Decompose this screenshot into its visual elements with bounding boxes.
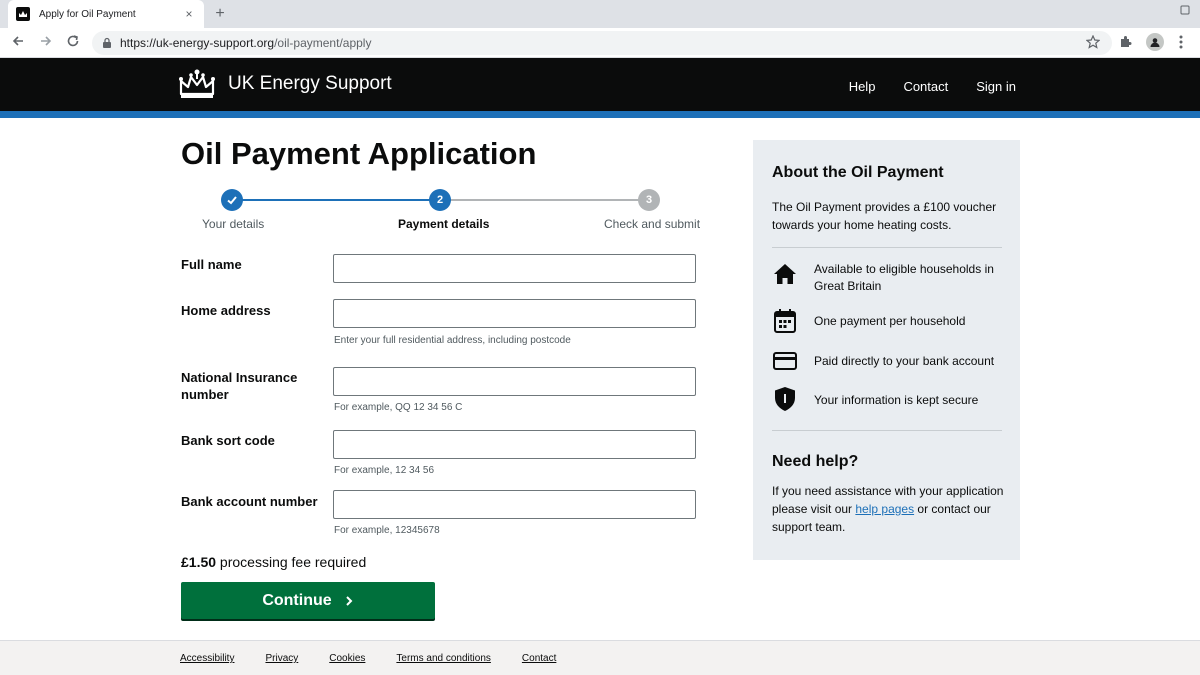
- step-1-label: Your details: [202, 217, 265, 231]
- step-2-label: Payment details: [398, 217, 490, 231]
- sidebar-item-label: Your information is kept secure: [814, 393, 979, 407]
- footer-link-privacy[interactable]: Privacy: [265, 653, 298, 664]
- sort-code-label: Bank sort code: [181, 433, 275, 448]
- fee-amount: £1.50: [181, 554, 217, 570]
- forward-icon[interactable]: [36, 33, 56, 53]
- footer-link-terms[interactable]: Terms and conditions: [396, 653, 491, 664]
- card-icon: [772, 348, 798, 374]
- header-accent-bar: [0, 111, 1200, 118]
- footer-links: Accessibility Privacy Cookies Terms and …: [180, 653, 556, 664]
- national-insurance-input[interactable]: [333, 367, 696, 396]
- sidebar-item-one-payment: One payment per household: [772, 308, 1007, 334]
- crown-favicon-icon: [16, 7, 30, 21]
- sidebar-title: About the Oil Payment: [772, 164, 944, 181]
- footer-link-contact[interactable]: Contact: [522, 653, 556, 664]
- restore-icon[interactable]: [1180, 5, 1190, 18]
- crown-icon: [179, 69, 215, 98]
- sidebar-item-eligibility: Available to eligible households in Grea…: [772, 261, 1007, 295]
- star-icon[interactable]: [1084, 33, 1102, 51]
- sidebar-divider: [772, 430, 1002, 431]
- page-title: Oil Payment Application: [181, 136, 537, 171]
- account-number-input[interactable]: [333, 490, 696, 519]
- sidebar-item-label: Available to eligible households in Grea…: [814, 262, 994, 293]
- home-address-hint: Enter your full residential address, inc…: [334, 335, 571, 346]
- about-sidebar: About the Oil Payment The Oil Payment pr…: [753, 140, 1020, 560]
- url-text: https://uk-energy-support.org/oil-paymen…: [120, 36, 371, 50]
- home-address-label: Home address: [181, 303, 271, 318]
- help-pages-link[interactable]: help pages: [855, 502, 914, 516]
- footer-link-accessibility[interactable]: Accessibility: [180, 653, 234, 664]
- lock-icon: [103, 37, 111, 48]
- sidebar-intro: The Oil Payment provides a £100 voucher …: [772, 200, 997, 232]
- home-address-input[interactable]: [333, 299, 696, 328]
- nav-link-sign-in[interactable]: Sign in: [976, 79, 1016, 94]
- help-text: If you need assistance with your applica…: [772, 482, 1004, 536]
- header-nav: Help Contact Sign in: [849, 79, 1016, 94]
- step-3-circle: 3: [638, 189, 660, 211]
- sort-code-hint: For example, 12 34 56: [334, 465, 435, 476]
- nav-link-help[interactable]: Help: [849, 79, 876, 94]
- account-number-label: Bank account number: [181, 494, 318, 509]
- window-controls: [1180, 5, 1190, 18]
- brand-name: UK Energy Support: [228, 73, 392, 94]
- fee-description: processing fee required: [216, 554, 367, 570]
- browser-tabbar: Apply for Oil Payment × +: [0, 0, 1200, 28]
- progress-stepper: 2 3 Your details Payment details Check a…: [181, 187, 701, 237]
- browser-tab[interactable]: Apply for Oil Payment ×: [8, 0, 204, 28]
- new-tab-button[interactable]: +: [210, 4, 230, 24]
- address-bar[interactable]: https://uk-energy-support.org/oil-paymen…: [92, 31, 1112, 55]
- site-logo[interactable]: UK Energy Support: [178, 68, 392, 100]
- site-header: UK Energy Support Help Contact Sign in: [0, 58, 1200, 111]
- processing-fee-text: £1.50 processing fee required: [181, 554, 366, 570]
- sidebar-divider: [772, 247, 1002, 248]
- step-1-circle: [221, 189, 243, 211]
- browser-toolbar: https://uk-energy-support.org/oil-paymen…: [0, 28, 1200, 58]
- site-footer: Accessibility Privacy Cookies Terms and …: [0, 640, 1200, 675]
- step-2-circle: 2: [429, 189, 451, 211]
- continue-label: Continue: [262, 591, 332, 609]
- tab-close-icon[interactable]: ×: [182, 7, 196, 21]
- full-name-label: Full name: [181, 257, 242, 272]
- national-insurance-hint: For example, QQ 12 34 56 C: [334, 402, 463, 413]
- calendar-icon: [772, 308, 798, 334]
- sidebar-item-label: One payment per household: [814, 314, 966, 328]
- back-icon[interactable]: [8, 33, 28, 53]
- national-insurance-label: National Insurance number: [181, 370, 298, 402]
- extensions-icon[interactable]: [1116, 33, 1134, 51]
- reload-icon[interactable]: [63, 33, 83, 53]
- full-name-input[interactable]: [333, 254, 696, 283]
- url-host: https://uk-energy-support.org: [120, 36, 275, 50]
- sort-code-input[interactable]: [333, 430, 696, 459]
- sidebar-item-label: Paid directly to your bank account: [814, 354, 995, 368]
- tab-title: Apply for Oil Payment: [39, 8, 136, 20]
- url-path: /oil-payment/apply: [274, 36, 372, 50]
- step-3-label: Check and submit: [604, 217, 701, 231]
- sidebar-item-bank: Paid directly to your bank account: [772, 348, 1007, 374]
- footer-link-cookies[interactable]: Cookies: [329, 653, 365, 664]
- menu-icon[interactable]: [1172, 33, 1190, 51]
- shield-icon: [772, 386, 798, 412]
- step-line-upcoming: [451, 199, 648, 201]
- house-icon: [772, 261, 798, 287]
- profile-icon[interactable]: [1146, 33, 1164, 51]
- checkmark-icon: [227, 196, 237, 205]
- sidebar-item-secure: Your information is kept secure: [772, 386, 1007, 412]
- chevron-right-icon: [345, 595, 353, 606]
- continue-button[interactable]: Continue: [181, 582, 435, 619]
- nav-link-contact[interactable]: Contact: [903, 79, 948, 94]
- help-title: Need help?: [772, 453, 859, 470]
- account-number-hint: For example, 12345678: [334, 525, 440, 536]
